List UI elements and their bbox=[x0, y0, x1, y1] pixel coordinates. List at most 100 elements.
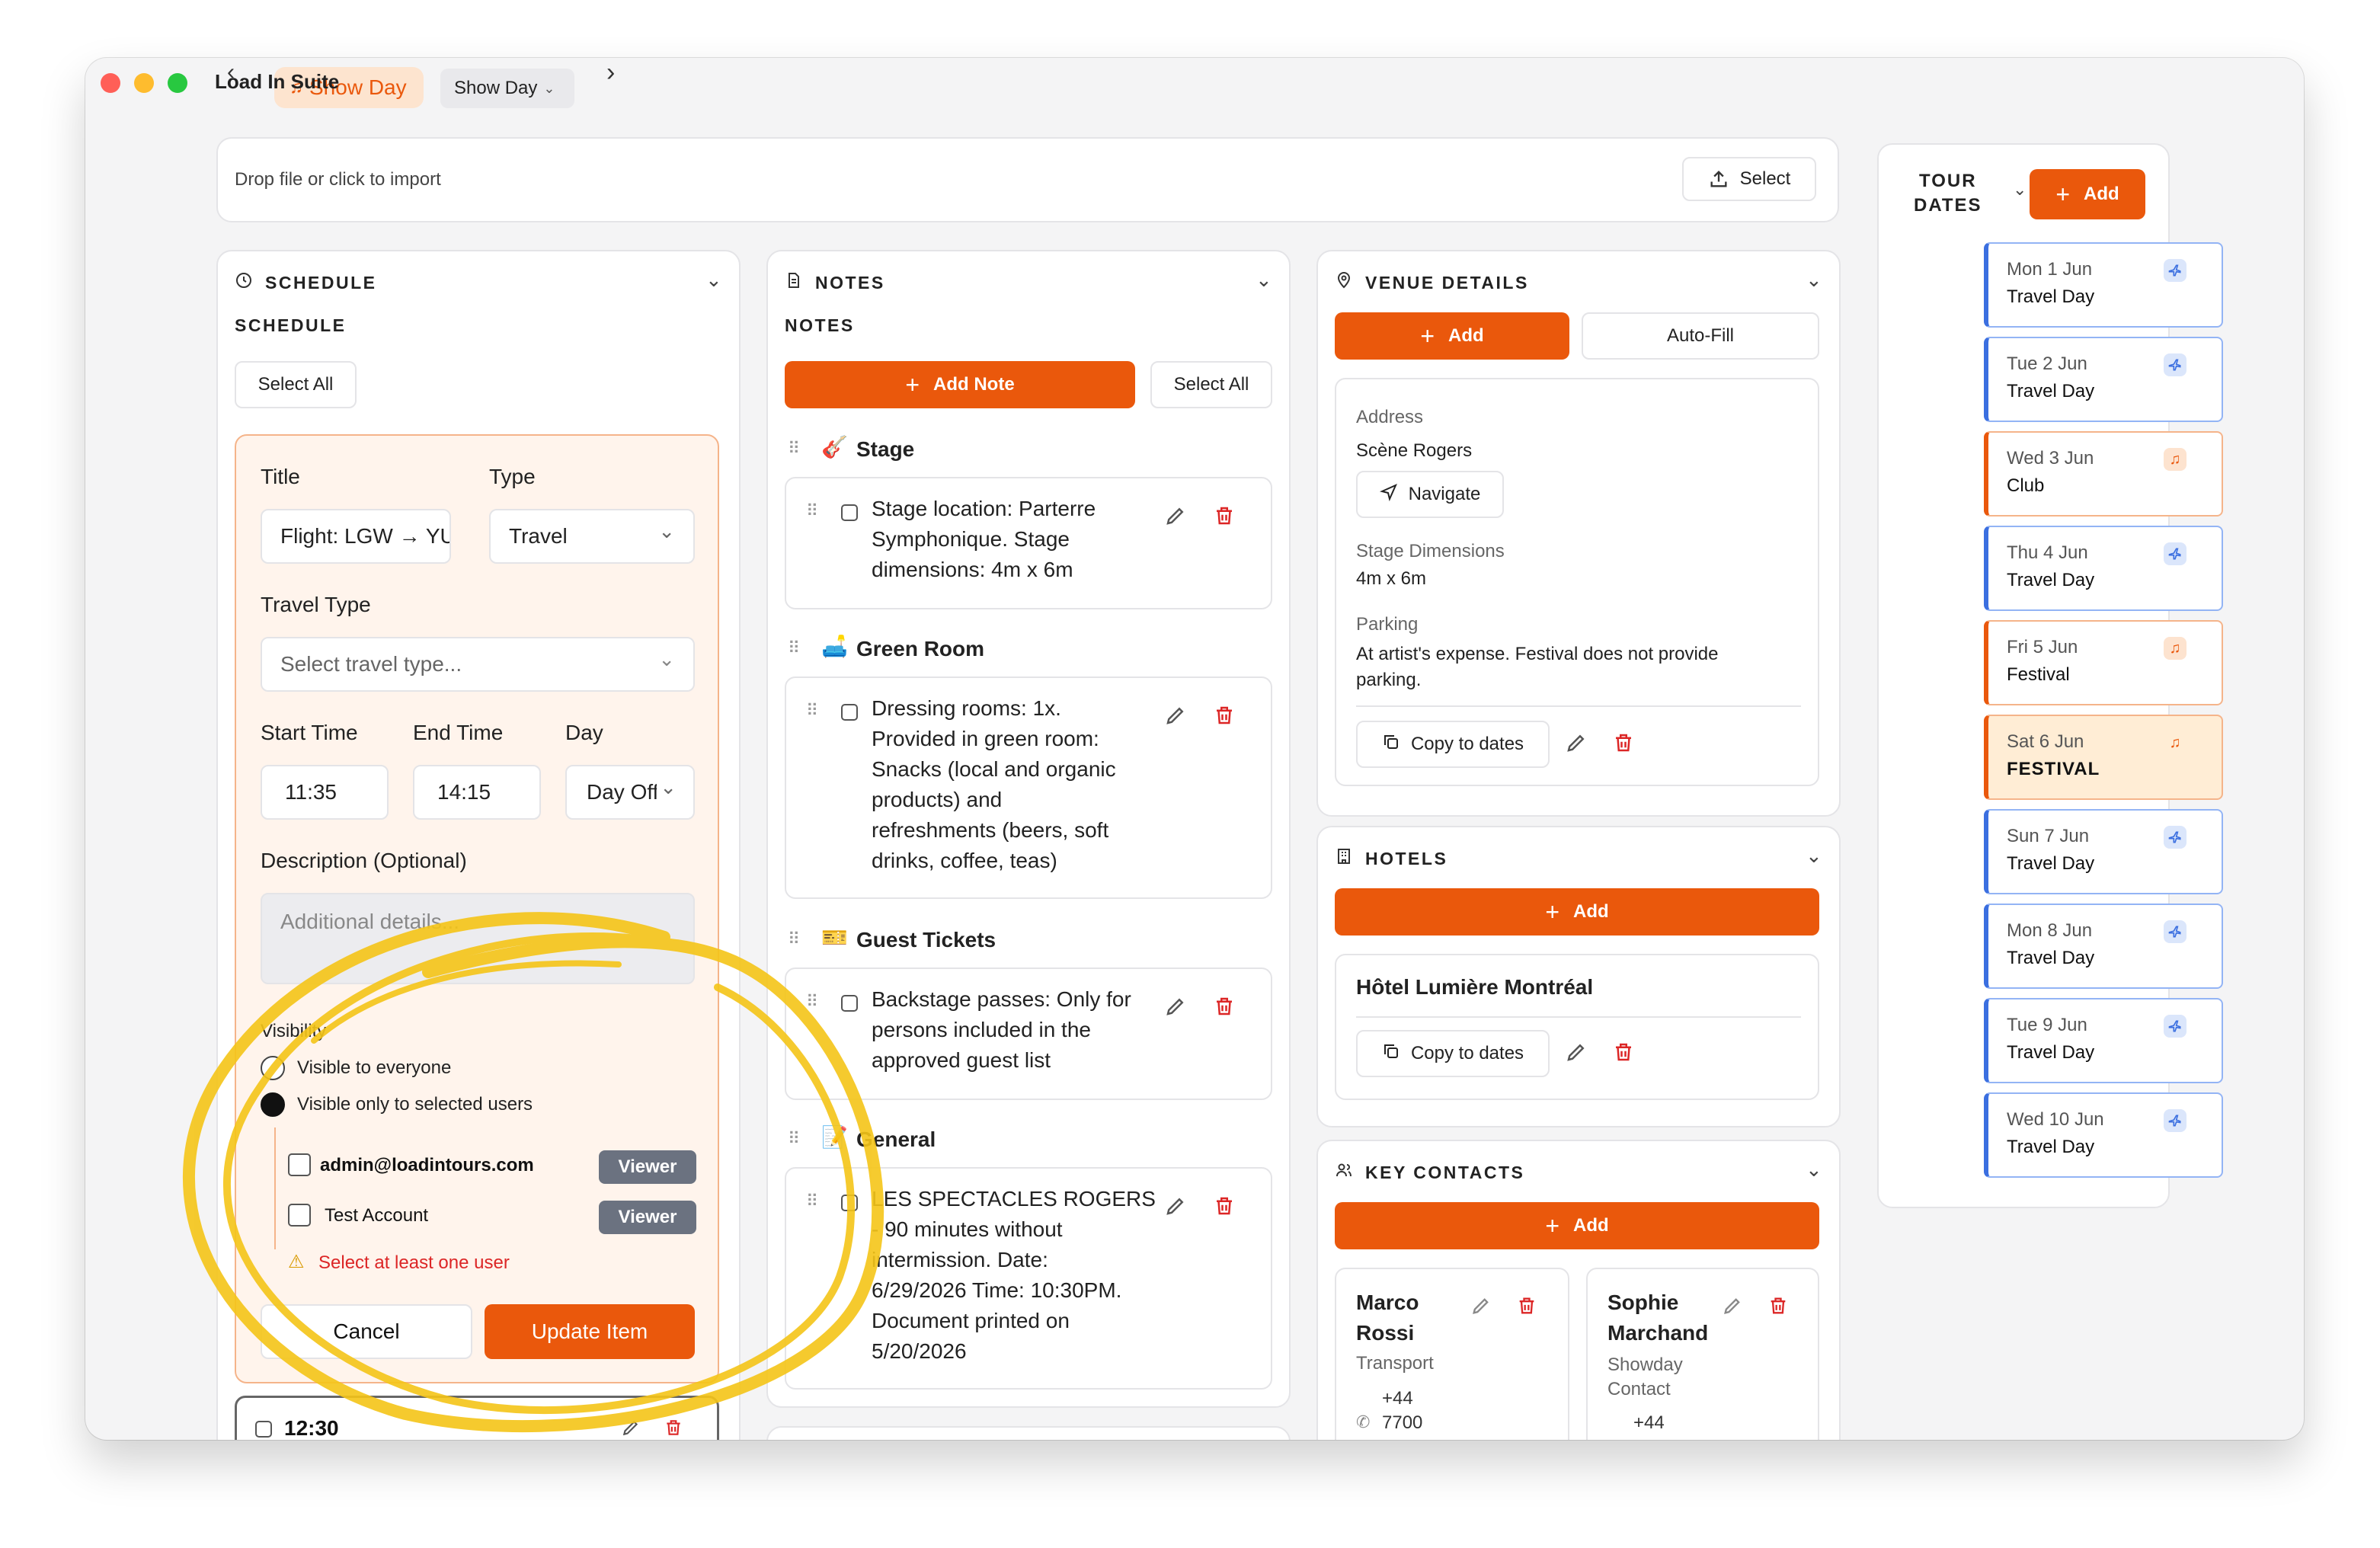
tour-date-item[interactable]: Wed 3 Jun Club ♫ bbox=[1984, 431, 2223, 517]
hotels-add-button[interactable]: + Add bbox=[1335, 888, 1819, 936]
note-card: ⠿ Dressing rooms: 1x. Provided in green … bbox=[785, 676, 1272, 899]
import-select-button[interactable]: Select bbox=[1682, 157, 1816, 201]
visibility-radio-everyone[interactable] bbox=[261, 1056, 285, 1080]
cancel-button[interactable]: Cancel bbox=[261, 1304, 472, 1359]
delete-icon[interactable] bbox=[1213, 995, 1236, 1022]
type-select[interactable]: Travel ⌄ bbox=[489, 509, 695, 564]
contact-name: Sophie Marchand bbox=[1607, 1291, 1709, 1345]
tour-date-item[interactable]: Thu 4 Jun Travel Day bbox=[1984, 526, 2223, 611]
navigate-button[interactable]: Navigate bbox=[1356, 471, 1504, 518]
drag-handle-icon[interactable]: ⠿ bbox=[788, 1129, 800, 1149]
end-time-label: End Time bbox=[413, 721, 504, 744]
start-time-input[interactable]: 11:35 bbox=[261, 765, 389, 820]
item-time: 12:30 bbox=[284, 1416, 339, 1440]
note-checkbox[interactable] bbox=[841, 504, 858, 521]
schedule-select-all-button[interactable]: Select All bbox=[235, 361, 357, 408]
import-dropzone[interactable]: Drop file or click to import Select bbox=[216, 137, 1839, 222]
user-checkbox[interactable] bbox=[288, 1153, 311, 1176]
drag-handle-icon[interactable]: ⠿ bbox=[788, 638, 800, 658]
tour-date-item[interactable]: Fri 5 Jun Festival ♫ bbox=[1984, 620, 2223, 705]
delete-icon[interactable] bbox=[1213, 504, 1236, 531]
music-icon: ♫ bbox=[2164, 637, 2186, 660]
tour-date-item[interactable]: Mon 8 Jun Travel Day bbox=[1984, 904, 2223, 989]
day-select[interactable]: Day Off ⌄ bbox=[565, 765, 695, 820]
drag-handle-icon[interactable]: ⠿ bbox=[806, 1191, 818, 1211]
delete-icon[interactable] bbox=[1213, 704, 1236, 731]
contact-role: Transport bbox=[1356, 1353, 1434, 1374]
collapse-chevron-icon[interactable]: ⌄ bbox=[705, 268, 722, 292]
collapse-chevron-icon[interactable]: ⌄ bbox=[1806, 268, 1822, 292]
zoom-window-button[interactable] bbox=[168, 73, 187, 93]
note-checkbox[interactable] bbox=[841, 1195, 858, 1211]
users-icon bbox=[1335, 1161, 1353, 1183]
edit-icon[interactable] bbox=[1164, 1195, 1187, 1221]
description-textarea[interactable]: Additional details... bbox=[261, 893, 695, 984]
drag-handle-icon[interactable]: ⠿ bbox=[806, 501, 818, 521]
minimize-window-button[interactable] bbox=[134, 73, 154, 93]
note-checkbox[interactable] bbox=[841, 995, 858, 1012]
collapse-chevron-icon[interactable]: ⌄ bbox=[1806, 844, 1822, 868]
edit-item-form: Title Flight: LGW → YUL Type Travel ⌄ Tr… bbox=[235, 434, 719, 1383]
drag-handle-icon[interactable]: ⠿ bbox=[788, 929, 800, 949]
delete-icon[interactable] bbox=[1516, 1295, 1537, 1320]
collapse-chevron-icon[interactable]: ⌄ bbox=[1806, 1158, 1822, 1182]
edit-icon[interactable] bbox=[1164, 995, 1187, 1022]
role-badge[interactable]: Viewer bbox=[599, 1150, 696, 1184]
tour-date-item[interactable]: Tue 9 Jun Travel Day bbox=[1984, 998, 2223, 1083]
tour-dates-add-button[interactable]: + Add bbox=[2030, 169, 2145, 219]
notes-select-all-button[interactable]: Select All bbox=[1150, 361, 1272, 408]
edit-icon[interactable] bbox=[1164, 504, 1187, 531]
edit-icon[interactable] bbox=[1470, 1295, 1492, 1320]
delete-icon[interactable] bbox=[664, 1418, 683, 1440]
delete-icon[interactable] bbox=[1767, 1295, 1789, 1320]
title-input[interactable]: Flight: LGW → YUL bbox=[261, 509, 451, 564]
update-item-button[interactable]: Update Item bbox=[485, 1304, 695, 1359]
close-window-button[interactable] bbox=[101, 73, 120, 93]
plane-icon bbox=[2164, 1109, 2186, 1132]
contact-card[interactable]: Sophie Marchand Showday Contact +44 bbox=[1586, 1268, 1819, 1440]
drag-handle-icon[interactable]: ⠿ bbox=[788, 439, 800, 459]
stage-dimensions-label: Stage Dimensions bbox=[1356, 541, 1505, 561]
contacts-add-button[interactable]: + Add bbox=[1335, 1202, 1819, 1249]
tour-date-item-selected[interactable]: Sat 6 Jun FESTIVAL ♫ bbox=[1984, 715, 2223, 800]
drag-handle-icon[interactable]: ⠿ bbox=[806, 701, 818, 721]
tour-date-item[interactable]: Tue 2 Jun Travel Day bbox=[1984, 337, 2223, 422]
drag-handle-icon[interactable]: ⠿ bbox=[806, 992, 818, 1012]
tour-date-item[interactable]: Mon 1 Jun Travel Day bbox=[1984, 242, 2223, 328]
auto-fill-button[interactable]: Auto-Fill bbox=[1582, 312, 1819, 360]
schedule-item[interactable]: 12:30 bbox=[235, 1396, 719, 1440]
visibility-radio-selected[interactable] bbox=[261, 1092, 285, 1117]
day-select[interactable]: Show Day ⌄ bbox=[440, 69, 574, 108]
end-time-input[interactable]: 14:15 bbox=[413, 765, 541, 820]
role-badge[interactable]: Viewer bbox=[599, 1201, 696, 1234]
note-checkbox[interactable] bbox=[841, 704, 858, 721]
edit-icon[interactable] bbox=[1722, 1295, 1743, 1320]
delete-icon[interactable] bbox=[1612, 1041, 1635, 1067]
contact-card[interactable]: Marco Rossi Transport +44 ✆ 7700 bbox=[1335, 1268, 1569, 1440]
user-checkbox[interactable] bbox=[288, 1204, 311, 1227]
tour-date-item[interactable]: Wed 10 Jun Travel Day bbox=[1984, 1092, 2223, 1178]
user-email: Test Account bbox=[325, 1205, 429, 1226]
venue-add-button[interactable]: + Add bbox=[1335, 312, 1569, 360]
document-icon bbox=[785, 271, 803, 293]
note-text: LES SPECTACLES ROGERS - 90 minutes witho… bbox=[872, 1187, 1156, 1363]
add-note-button[interactable]: + Add Note bbox=[785, 361, 1135, 408]
item-checkbox[interactable] bbox=[255, 1421, 272, 1438]
delete-icon[interactable] bbox=[1213, 1195, 1236, 1221]
edit-icon[interactable] bbox=[1164, 704, 1187, 731]
note-section-title: General bbox=[856, 1127, 936, 1151]
edit-icon[interactable] bbox=[1565, 731, 1588, 758]
nav-forward-icon[interactable]: › bbox=[606, 58, 615, 88]
travel-type-select[interactable]: Select travel type... ⌄ bbox=[261, 637, 695, 692]
delete-icon[interactable] bbox=[1612, 731, 1635, 758]
copy-to-dates-button[interactable]: Copy to dates bbox=[1356, 1030, 1550, 1077]
collapse-chevron-icon[interactable]: ⌄ bbox=[1256, 268, 1272, 292]
tour-date-item[interactable]: Sun 7 Jun Travel Day bbox=[1984, 809, 2223, 894]
parking-label: Parking bbox=[1356, 614, 1419, 635]
copy-to-dates-button[interactable]: Copy to dates bbox=[1356, 721, 1550, 768]
collapse-chevron-icon[interactable]: ⌄ bbox=[2013, 180, 2027, 200]
chevron-down-icon: ⌄ bbox=[658, 520, 675, 542]
visibility-label: Visibility bbox=[261, 1021, 327, 1041]
edit-icon[interactable] bbox=[621, 1418, 641, 1440]
edit-icon[interactable] bbox=[1565, 1041, 1588, 1067]
